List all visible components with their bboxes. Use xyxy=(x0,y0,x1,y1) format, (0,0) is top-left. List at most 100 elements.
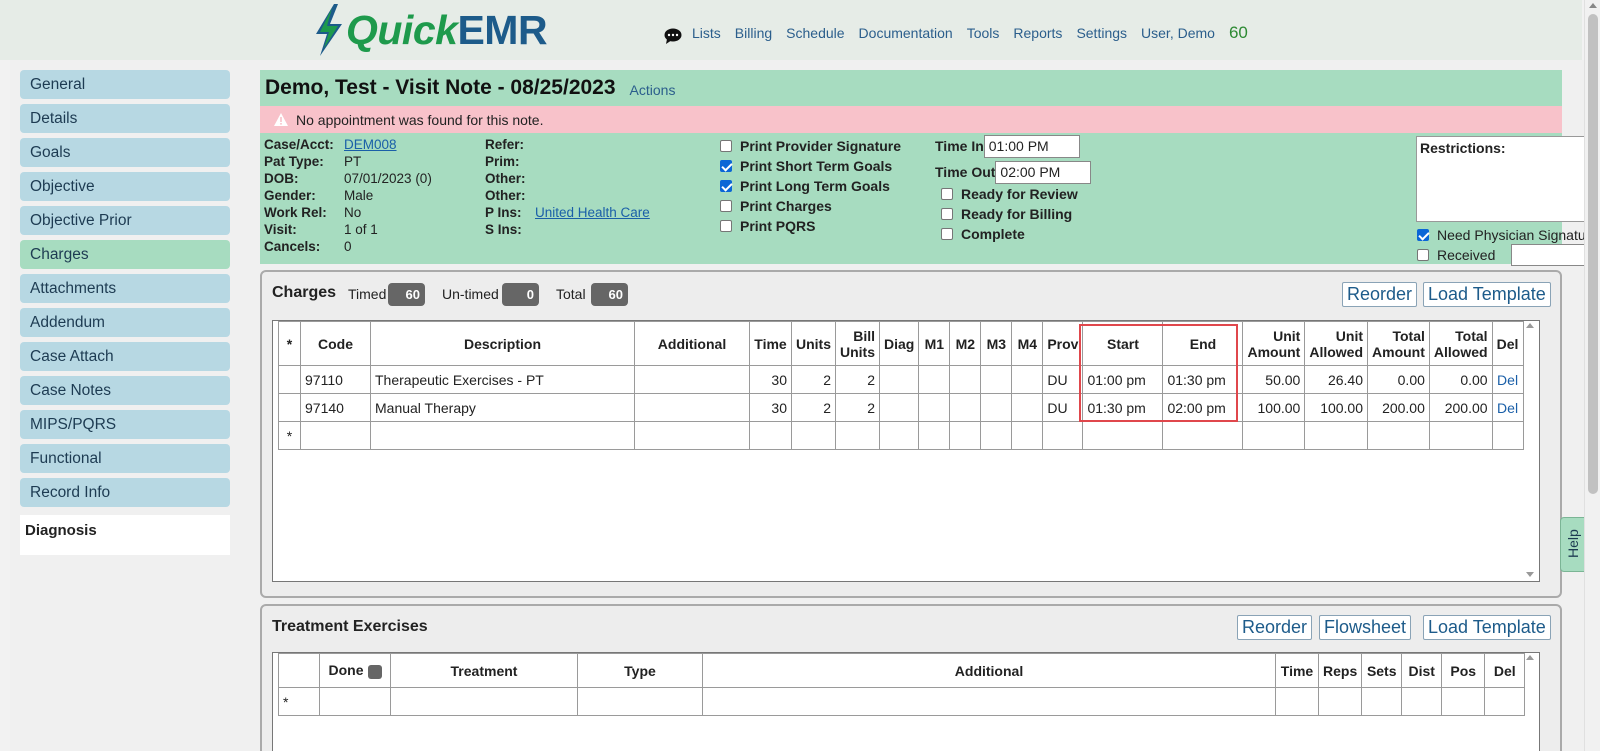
cell-time[interactable]: 30 xyxy=(749,393,792,422)
print-charges-option[interactable]: Print Charges xyxy=(720,196,901,216)
cell-unit-allowed[interactable]: 26.40 xyxy=(1304,365,1369,394)
treatment-grid-scrollbar[interactable] xyxy=(1523,655,1537,751)
col-code[interactable]: Code xyxy=(300,321,371,366)
nav-schedule[interactable]: Schedule xyxy=(786,25,844,41)
pins-link[interactable]: United Health Care xyxy=(535,205,650,220)
scroll-down-icon[interactable] xyxy=(1526,572,1534,577)
col-m4[interactable]: M4 xyxy=(1011,321,1044,366)
new-row[interactable]: * xyxy=(278,421,1524,450)
sidebar-item-functional[interactable]: Functional xyxy=(20,444,230,473)
received-option[interactable]: Received xyxy=(1417,244,1600,266)
tcol-pos[interactable]: Pos xyxy=(1441,653,1486,688)
tcol-done[interactable]: Done xyxy=(319,653,391,688)
col-m3[interactable]: M3 xyxy=(980,321,1013,366)
charges-grid-scrollbar[interactable] xyxy=(1523,323,1537,577)
ready-for-review-checkbox[interactable] xyxy=(941,188,953,200)
col-time[interactable]: Time xyxy=(749,321,792,366)
cell-m4[interactable] xyxy=(1011,393,1044,422)
sidebar-item-case-notes[interactable]: Case Notes xyxy=(20,376,230,405)
col-units[interactable]: Units xyxy=(791,321,836,366)
cell-bill-units[interactable]: 2 xyxy=(835,393,880,422)
cell-prov[interactable]: DU xyxy=(1042,365,1084,394)
cell-units[interactable]: 2 xyxy=(791,393,836,422)
col-total-amount[interactable]: Total Amount xyxy=(1367,321,1430,366)
col-unit-allowed[interactable]: Unit Allowed xyxy=(1304,321,1369,366)
ready-for-billing-option[interactable]: Ready for Billing xyxy=(941,204,1091,224)
cell-bill-units[interactable]: 2 xyxy=(835,365,880,394)
chat-icon[interactable] xyxy=(664,28,682,44)
nav-tools[interactable]: Tools xyxy=(967,25,1000,41)
col-m1[interactable]: M1 xyxy=(918,321,951,366)
complete-checkbox[interactable] xyxy=(941,228,953,240)
nav-user[interactable]: User, Demo xyxy=(1141,25,1215,41)
col-bill-units[interactable]: Bill Units xyxy=(835,321,880,366)
tcol-sets[interactable]: Sets xyxy=(1361,653,1403,688)
cell-m2[interactable] xyxy=(949,393,982,422)
cell-description[interactable]: Manual Therapy xyxy=(370,393,635,422)
cell-prov[interactable]: DU xyxy=(1042,393,1084,422)
cell-m2[interactable] xyxy=(949,365,982,394)
print-short-term-goals-checkbox[interactable] xyxy=(720,160,732,172)
page-scrollbar[interactable] xyxy=(1584,0,1600,751)
print-long-term-goals-option[interactable]: Print Long Term Goals xyxy=(720,176,901,196)
print-short-term-goals-option[interactable]: Print Short Term Goals xyxy=(720,156,901,176)
restrictions-textarea[interactable]: Restrictions: xyxy=(1416,136,1600,222)
scroll-up-icon[interactable] xyxy=(1526,655,1534,660)
tcol-type[interactable]: Type xyxy=(577,653,703,688)
col-prov[interactable]: Prov xyxy=(1042,321,1084,366)
cell-code[interactable]: 97140 xyxy=(300,393,371,422)
scroll-up-icon[interactable] xyxy=(1526,323,1534,328)
nav-billing[interactable]: Billing xyxy=(735,25,772,41)
cell-description[interactable]: Therapeutic Exercises - PT xyxy=(370,365,635,394)
done-toggle-icon[interactable] xyxy=(367,664,382,679)
col-total-allowed[interactable]: Total Allowed xyxy=(1428,321,1493,366)
flowsheet-button[interactable]: Flowsheet xyxy=(1319,615,1412,640)
time-out-input[interactable]: 02:00 PM xyxy=(995,160,1092,184)
table-row[interactable]: 97110 Therapeutic Exercises - PT 30 2 2 … xyxy=(278,365,1524,394)
complete-option[interactable]: Complete xyxy=(941,224,1091,244)
table-row[interactable]: 97140 Manual Therapy 30 2 2 DU 01:30 pm … xyxy=(278,393,1524,422)
cell-diag[interactable] xyxy=(878,365,920,394)
col-description[interactable]: Description xyxy=(370,321,635,366)
cell-m4[interactable] xyxy=(1011,365,1044,394)
tcol-time[interactable]: Time xyxy=(1275,653,1319,688)
print-provider-signature-option[interactable]: Print Provider Signature xyxy=(720,136,901,156)
cell-unit-allowed[interactable]: 100.00 xyxy=(1304,393,1369,422)
sidebar-item-goals[interactable]: Goals xyxy=(20,138,230,167)
sidebar-item-objective[interactable]: Objective xyxy=(20,172,230,201)
sidebar-item-addendum[interactable]: Addendum xyxy=(20,308,230,337)
print-pqrs-checkbox[interactable] xyxy=(720,220,732,232)
tcol-treatment[interactable]: Treatment xyxy=(390,653,578,688)
cell-additional[interactable] xyxy=(634,393,750,422)
tcol-reps[interactable]: Reps xyxy=(1317,653,1363,688)
cell-total-allowed[interactable]: 0.00 xyxy=(1428,365,1493,394)
ready-for-billing-checkbox[interactable] xyxy=(941,208,953,220)
cell-m3[interactable] xyxy=(980,365,1013,394)
print-long-term-goals-checkbox[interactable] xyxy=(720,180,732,192)
sidebar-item-objective-prior[interactable]: Objective Prior xyxy=(20,206,230,235)
time-in-input[interactable]: 01:00 PM xyxy=(983,134,1080,158)
cell-additional[interactable] xyxy=(634,365,750,394)
cell-code[interactable]: 97110 xyxy=(300,365,371,394)
page-scroll-up-icon[interactable] xyxy=(1589,3,1597,8)
cell-units[interactable]: 2 xyxy=(791,365,836,394)
cell-unit-amount[interactable]: 100.00 xyxy=(1242,393,1306,422)
nav-lists[interactable]: Lists xyxy=(692,25,721,41)
col-diag[interactable]: Diag xyxy=(878,321,920,366)
tcol-dist[interactable]: Dist xyxy=(1401,653,1443,688)
ready-for-review-option[interactable]: Ready for Review xyxy=(941,184,1091,204)
cell-unit-amount[interactable]: 50.00 xyxy=(1242,365,1306,394)
case-link[interactable]: DEM008 xyxy=(344,137,397,152)
sidebar-item-charges[interactable]: Charges xyxy=(20,240,230,269)
help-tab[interactable]: Help xyxy=(1560,517,1586,572)
need-physician-signature-checkbox[interactable] xyxy=(1417,229,1429,241)
cell-m1[interactable] xyxy=(918,365,951,394)
tcol-additional[interactable]: Additional xyxy=(702,653,1276,688)
cell-m1[interactable] xyxy=(918,393,951,422)
cell-total-allowed[interactable]: 200.00 xyxy=(1428,393,1493,422)
cell-total-amount[interactable]: 200.00 xyxy=(1367,393,1430,422)
nav-settings[interactable]: Settings xyxy=(1076,25,1127,41)
col-unit-amount[interactable]: Unit Amount xyxy=(1242,321,1306,366)
cell-m3[interactable] xyxy=(980,393,1013,422)
treatment-new-row[interactable]: * xyxy=(278,687,1526,716)
